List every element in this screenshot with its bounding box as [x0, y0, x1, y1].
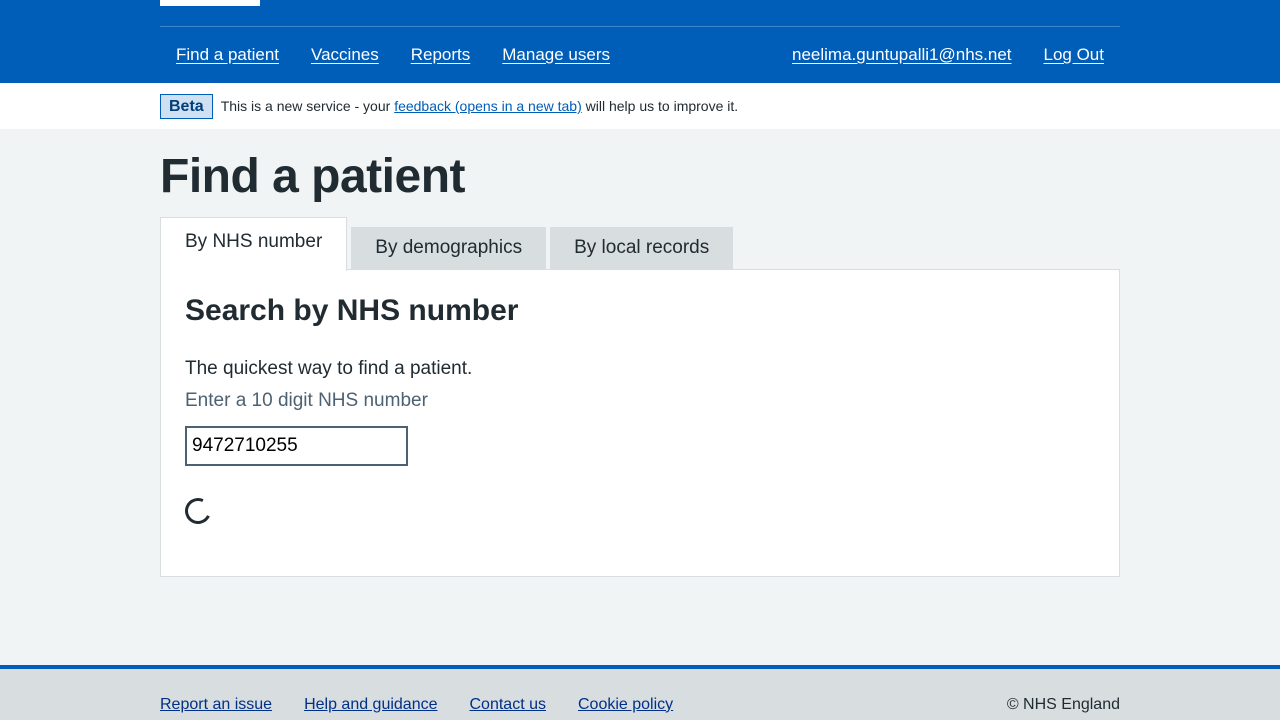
nhs-logo[interactable]	[160, 0, 260, 6]
beta-text-after: will help us to improve it.	[581, 98, 739, 114]
nav-find-patient[interactable]: Find a patient	[160, 45, 295, 65]
nhs-number-search-panel: Search by NHS number The quickest way to…	[160, 269, 1120, 577]
beta-banner: Beta This is a new service - your feedba…	[0, 83, 1280, 129]
footer-help-link[interactable]: Help and guidance	[304, 696, 437, 714]
site-footer: Report an issue Help and guidance Contac…	[0, 665, 1280, 720]
main-navigation: Find a patient Vaccines Reports Manage u…	[160, 27, 1120, 83]
nhs-number-label: Enter a 10 digit NHS number	[185, 390, 428, 411]
footer-cookie-link[interactable]: Cookie policy	[578, 696, 673, 714]
beta-text-before: This is a new service - your	[220, 98, 395, 114]
nhs-number-input[interactable]	[185, 426, 408, 466]
page-title: Find a patient	[160, 150, 466, 203]
log-out-link[interactable]: Log Out	[1028, 45, 1121, 65]
search-tabs: By NHS number By demographics By local r…	[160, 217, 737, 271]
tab-by-nhs-number[interactable]: By NHS number	[160, 217, 348, 271]
main-content: Find a patient By NHS number By demograp…	[160, 129, 1120, 665]
nav-manage-users[interactable]: Manage users	[486, 45, 626, 65]
tab-by-local-records[interactable]: By local records	[550, 227, 734, 271]
footer-copyright: © NHS England	[1006, 695, 1120, 713]
site-header: Find a patient Vaccines Reports Manage u…	[0, 0, 1280, 83]
panel-heading: Search by NHS number	[185, 294, 519, 327]
beta-tag: Beta	[160, 93, 213, 119]
nav-reports[interactable]: Reports	[395, 45, 487, 65]
tab-by-demographics[interactable]: By demographics	[351, 227, 547, 271]
user-email-link[interactable]: neelima.guntupalli1@nhs.net	[776, 45, 1028, 65]
beta-message: This is a new service - your feedback (o…	[221, 98, 738, 114]
feedback-link[interactable]: feedback (opens in a new tab)	[394, 98, 582, 114]
panel-description: The quickest way to find a patient.	[185, 358, 473, 379]
nav-vaccines[interactable]: Vaccines	[295, 45, 395, 65]
footer-report-issue-link[interactable]: Report an issue	[160, 696, 272, 714]
footer-contact-link[interactable]: Contact us	[470, 696, 546, 714]
loading-spinner-icon	[181, 494, 215, 528]
